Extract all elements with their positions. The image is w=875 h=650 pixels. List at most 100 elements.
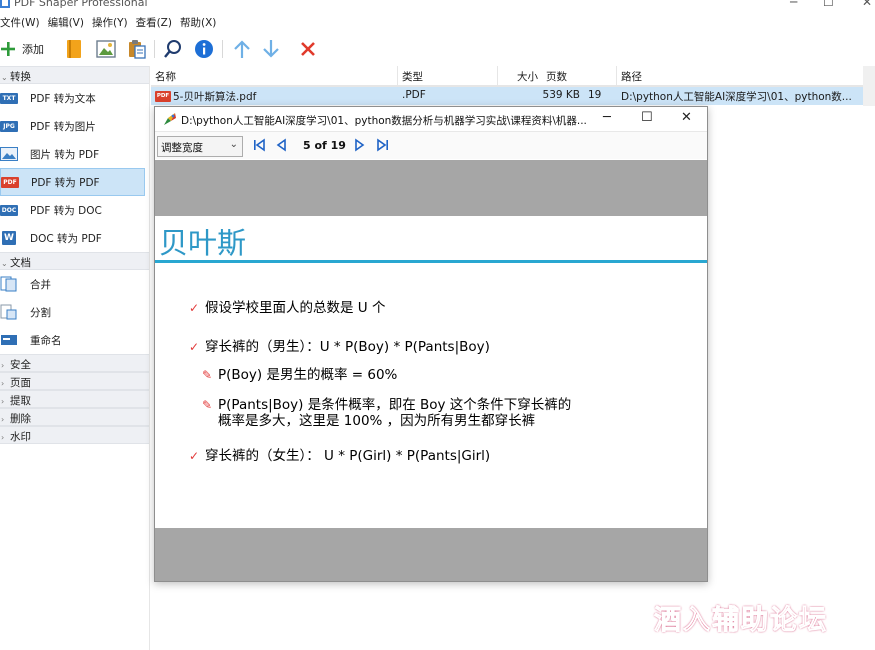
sidebar-item-pdf-to-pdf[interactable]: PDF PDF 转为 PDF xyxy=(0,168,145,196)
pencil-icon: ✎ xyxy=(202,368,213,382)
sidebar-item-doc-to-pdf[interactable]: W DOC 转为 PDF xyxy=(0,224,149,252)
menu-file[interactable]: 文件(W) xyxy=(0,13,46,31)
column-header-type[interactable]: 类型 xyxy=(398,66,498,85)
section-label: 删除 xyxy=(10,413,31,425)
cell-pages: 19 xyxy=(588,89,602,101)
document-area[interactable]: 贝叶斯 ✓ 假设学校里面人的总数是 U 个 ✓ 穿长裤的（男生）：U * P(Boy… xyxy=(155,160,707,581)
viewer-close-button[interactable]: ✕ xyxy=(681,110,692,125)
sidebar-item-rename[interactable]: 重命名 xyxy=(0,326,149,354)
section-document-header[interactable]: ⌄ 文档 xyxy=(0,252,149,270)
split-icon xyxy=(0,304,17,320)
forum-watermark: 酒入辅助论坛 xyxy=(654,605,828,637)
viewer-minimize-button[interactable]: ─ xyxy=(603,110,611,125)
column-header-size[interactable]: 大小 xyxy=(498,66,542,85)
section-label: 转换 xyxy=(10,71,31,83)
sidebar-item-label: PDF 转为图片 xyxy=(30,120,96,133)
image-button[interactable] xyxy=(96,38,116,60)
section-watermark-header[interactable]: › 水印 xyxy=(0,426,149,444)
section-delete-header[interactable]: › 删除 xyxy=(0,408,149,426)
slide-bullet: ✓ 假设学校里面人的总数是 U 个 xyxy=(189,300,386,316)
add-button-label: 添加 xyxy=(22,43,44,56)
section-label: 提取 xyxy=(10,395,31,407)
slide-title-rule xyxy=(155,260,707,263)
section-convert-header[interactable]: ⌄ 转换 xyxy=(0,66,149,84)
sidebar-item-image-to-pdf[interactable]: 图片 转为 PDF xyxy=(0,140,149,168)
table-row[interactable]: PDF 5-贝叶斯算法.pdf .PDF 539 KB 19 D:\python… xyxy=(151,86,863,105)
sidebar-item-pdf-to-doc[interactable]: DOC PDF 转为 DOC xyxy=(0,196,149,224)
clipboard-button[interactable] xyxy=(127,38,147,60)
title-bar: PDF Shaper Professional ─ ☐ ✕ xyxy=(0,0,875,12)
previous-page-icon[interactable] xyxy=(275,138,287,152)
sidebar: ⌄ 转换 TXT PDF 转为文本 JPG PDF 转为图片 图片 转为 PDF … xyxy=(0,66,150,650)
viewer-maximize-button[interactable]: ☐ xyxy=(641,110,653,125)
sidebar-item-label: 分割 xyxy=(30,306,51,319)
move-down-button[interactable] xyxy=(262,38,280,60)
section-label: 页面 xyxy=(10,377,31,389)
cell-type: .PDF xyxy=(402,89,426,101)
slide-sub-bullet: ✎ P(Pants|Boy) 是条件概率，即在 Boy 这个条件下穿长裤的 概率是… xyxy=(202,397,572,429)
book-button[interactable] xyxy=(66,38,82,60)
last-page-icon[interactable] xyxy=(377,138,389,152)
zoom-select-value: 调整宽度 xyxy=(161,142,203,154)
viewer-app-icon xyxy=(164,113,176,125)
sidebar-item-merge[interactable]: 合并 xyxy=(0,270,149,298)
sidebar-item-pdf-to-image[interactable]: JPG PDF 转为图片 xyxy=(0,112,149,140)
chevron-down-icon: ⌄ xyxy=(1,259,8,268)
txt-file-icon: TXT xyxy=(0,92,18,104)
column-header-name[interactable]: 名称 xyxy=(151,66,398,85)
next-page-icon[interactable] xyxy=(354,138,366,152)
zoom-select[interactable]: 调整宽度 ⌄ xyxy=(157,136,243,157)
sidebar-item-label: 图片 转为 PDF xyxy=(30,148,100,161)
cell-path: D:\python人工智能AI深度学习\01、python数... xyxy=(621,91,852,103)
file-list: 名称 类型 大小 页数 路径 PDF 5-贝叶斯算法.pdf .PDF 539 … xyxy=(151,66,863,106)
sidebar-item-split[interactable]: 分割 xyxy=(0,298,149,326)
toolbar-separator xyxy=(154,40,155,58)
plus-icon xyxy=(1,42,15,56)
merge-icon xyxy=(0,276,17,292)
close-button[interactable]: ✕ xyxy=(862,0,872,9)
column-header-pages[interactable]: 页数 xyxy=(542,66,617,85)
doc-file-icon: DOC xyxy=(0,204,18,216)
move-up-button[interactable] xyxy=(233,38,251,60)
sidebar-item-label: 合并 xyxy=(30,278,51,291)
sidebar-item-label: PDF 转为 DOC xyxy=(30,204,102,217)
file-list-header: 名称 类型 大小 页数 路径 xyxy=(151,66,863,86)
clipboard-icon xyxy=(129,40,146,59)
file-list-scrollbar[interactable] xyxy=(863,66,875,106)
section-security-header[interactable]: › 安全 xyxy=(0,354,149,372)
cell-name: PDF 5-贝叶斯算法.pdf xyxy=(151,87,398,105)
pdf-page: 贝叶斯 ✓ 假设学校里面人的总数是 U 个 ✓ 穿长裤的（男生）：U * P(Boy… xyxy=(155,216,707,528)
menu-view[interactable]: 查看(Z) xyxy=(136,13,178,31)
remove-x-icon xyxy=(301,42,315,56)
book-icon xyxy=(67,40,81,58)
section-pages-header[interactable]: › 页面 xyxy=(0,372,149,390)
page-indicator: 5 of 19 xyxy=(303,139,346,152)
file-name: 5-贝叶斯算法.pdf xyxy=(173,90,257,103)
first-page-icon[interactable] xyxy=(253,138,265,152)
check-icon: ✓ xyxy=(189,449,200,463)
menu-bar: 文件(W) 编辑(V) 操作(Y) 查看(Z) 帮助(X) xyxy=(0,13,224,31)
section-label: 安全 xyxy=(10,359,31,371)
remove-button[interactable] xyxy=(299,38,317,60)
app-icon xyxy=(0,0,10,8)
search-button[interactable] xyxy=(163,38,183,60)
sidebar-item-label: DOC 转为 PDF xyxy=(30,232,102,245)
menu-edit[interactable]: 编辑(V) xyxy=(48,13,90,31)
section-label: 水印 xyxy=(10,431,31,443)
slide-title: 贝叶斯 xyxy=(159,226,247,260)
minimize-button[interactable]: ─ xyxy=(790,0,797,9)
column-header-path[interactable]: 路径 xyxy=(617,66,863,85)
menu-help[interactable]: 帮助(X) xyxy=(180,13,222,31)
arrow-down-icon xyxy=(263,40,279,58)
add-button[interactable]: 添加 xyxy=(0,38,44,60)
jpg-file-icon: JPG xyxy=(0,120,18,132)
info-button[interactable] xyxy=(194,38,214,60)
sidebar-item-label: PDF 转为文本 xyxy=(30,92,96,105)
sidebar-item-pdf-to-text[interactable]: TXT PDF 转为文本 xyxy=(0,84,149,112)
cell-size: 539 KB xyxy=(542,89,580,101)
arrow-up-icon xyxy=(234,40,250,58)
viewer-title-bar: D:\python人工智能AI深度学习\01、python数据分析与机器学习实战… xyxy=(155,107,707,131)
menu-actions[interactable]: 操作(Y) xyxy=(92,13,134,31)
section-extract-header[interactable]: › 提取 xyxy=(0,390,149,408)
maximize-button[interactable]: ☐ xyxy=(823,0,834,9)
